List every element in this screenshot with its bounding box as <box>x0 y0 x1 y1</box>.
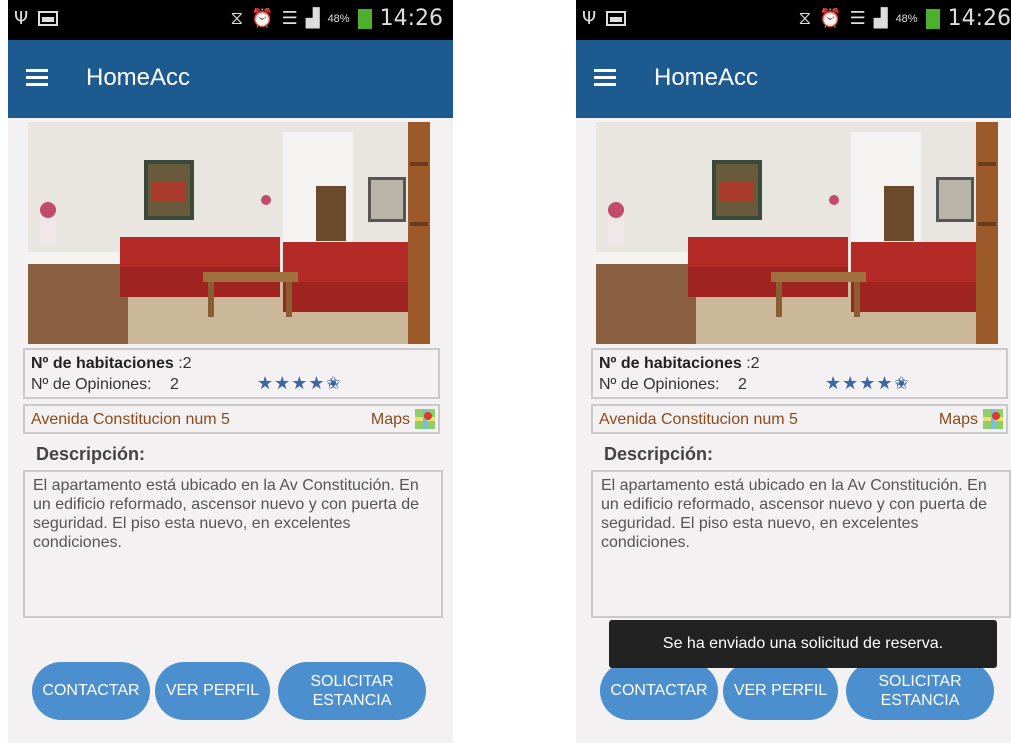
maps-link[interactable]: Maps <box>371 411 410 429</box>
description-text: El apartamento está ubicado en la Av Con… <box>601 477 988 551</box>
status-bar: Ψ ⧖ ⏰ ☰ ▟ 48% 14:26 <box>8 0 453 40</box>
phone-screen-right: Ψ ⧖ ⏰ ☰ ▟ 48% 14:26 HomeAcc Nº de habita… <box>576 0 1011 743</box>
view-profile-button[interactable]: VER PERFIL <box>723 662 838 720</box>
request-stay-button[interactable]: SOLICITAR ESTANCIA <box>846 662 994 720</box>
usb-icon: Ψ <box>14 8 29 29</box>
star-icon: ★ <box>257 373 275 394</box>
battery-percent: 48% <box>895 12 918 25</box>
rooms-label: Nº de habitaciones <box>599 355 742 372</box>
alarm-icon: ⏰ <box>251 8 274 29</box>
wifi-icon: ☰ <box>281 8 298 29</box>
app-title: HomeAcc <box>86 64 191 91</box>
description-title: Descripción: <box>604 444 714 464</box>
contact-button[interactable]: CONTACTAR <box>32 662 150 720</box>
menu-icon[interactable] <box>594 69 616 87</box>
star-icon: ★ <box>876 373 894 394</box>
star-icon: ★ <box>825 373 843 394</box>
maps-link[interactable]: Maps <box>939 411 978 429</box>
request-stay-label-2: ESTANCIA <box>880 692 960 709</box>
battery-icon <box>925 8 940 29</box>
request-stay-label-1: SOLICITAR <box>310 673 394 690</box>
star-icon: ★ <box>842 373 860 394</box>
info-box: Nº de habitaciones :2 Nº de Opiniones: 2… <box>591 348 1008 399</box>
gallery-icon <box>38 11 59 26</box>
reviews-value: 2 <box>170 376 179 393</box>
rooms-row: Nº de habitaciones :2 <box>31 355 192 373</box>
rooms-value: :2 <box>746 355 760 372</box>
rating-stars: ★★★★✬ <box>257 373 342 394</box>
description-text: El apartamento está ubicado en la Av Con… <box>33 477 420 551</box>
star-icon: ★ <box>308 373 326 394</box>
info-box: Nº de habitaciones :2 Nº de Opiniones: 2… <box>23 348 440 399</box>
address-link[interactable]: Avenida Constitucion num 5 <box>31 411 230 429</box>
mute-icon: ⧖ <box>798 8 812 29</box>
view-profile-button[interactable]: VER PERFIL <box>155 662 270 720</box>
usb-icon: Ψ <box>582 8 597 29</box>
star-icon: ★ <box>859 373 877 394</box>
reviews-value: 2 <box>738 376 747 393</box>
description-box: El apartamento está ubicado en la Av Con… <box>591 470 1011 618</box>
battery-icon <box>357 8 372 29</box>
maps-icon[interactable] <box>415 409 435 429</box>
app-bar: HomeAcc <box>8 40 453 118</box>
app-title: HomeAcc <box>654 64 759 91</box>
menu-icon[interactable] <box>26 69 48 87</box>
wifi-icon: ☰ <box>849 8 866 29</box>
reviews-label: Nº de Opiniones: <box>31 376 152 393</box>
gallery-icon <box>606 11 627 26</box>
half-star-icon: ✬ <box>325 373 342 394</box>
mute-icon: ⧖ <box>230 8 244 29</box>
request-stay-label-2: ESTANCIA <box>312 692 392 709</box>
rooms-value: :2 <box>178 355 192 372</box>
address-box: Avenida Constitucion num 5 Maps <box>23 404 440 434</box>
star-icon: ★ <box>291 373 309 394</box>
reviews-label: Nº de Opiniones: <box>599 376 720 393</box>
request-stay-label-1: SOLICITAR <box>878 673 962 690</box>
signal-icon: ▟ <box>305 8 320 29</box>
apartment-photo <box>596 122 998 344</box>
app-bar: HomeAcc <box>576 40 1011 118</box>
apartment-photo <box>28 122 430 344</box>
signal-icon: ▟ <box>873 8 888 29</box>
description-title: Descripción: <box>36 444 146 464</box>
reviews-row: Nº de Opiniones: 2 <box>31 376 179 394</box>
star-icon: ★ <box>274 373 292 394</box>
rooms-label: Nº de habitaciones <box>31 355 174 372</box>
half-star-icon: ✬ <box>893 373 910 394</box>
reviews-row: Nº de Opiniones: 2 <box>599 376 747 394</box>
address-link[interactable]: Avenida Constitucion num 5 <box>599 411 798 429</box>
clock: 14:26 <box>947 6 1011 31</box>
phone-screen-left: Ψ ⧖ ⏰ ☰ ▟ 48% 14:26 HomeAcc Nº de habita… <box>8 0 453 743</box>
address-box: Avenida Constitucion num 5 Maps <box>591 404 1008 434</box>
battery-percent: 48% <box>327 12 350 25</box>
description-box: El apartamento está ubicado en la Av Con… <box>23 470 443 618</box>
rooms-row: Nº de habitaciones :2 <box>599 355 760 373</box>
request-stay-button[interactable]: SOLICITAR ESTANCIA <box>278 662 426 720</box>
toast-message: Se ha enviado una solicitud de reserva. <box>609 620 997 668</box>
contact-button[interactable]: CONTACTAR <box>600 662 718 720</box>
status-bar: Ψ ⧖ ⏰ ☰ ▟ 48% 14:26 <box>576 0 1011 40</box>
rating-stars: ★★★★✬ <box>825 373 910 394</box>
alarm-icon: ⏰ <box>819 8 842 29</box>
maps-icon[interactable] <box>983 409 1003 429</box>
clock: 14:26 <box>379 6 443 31</box>
